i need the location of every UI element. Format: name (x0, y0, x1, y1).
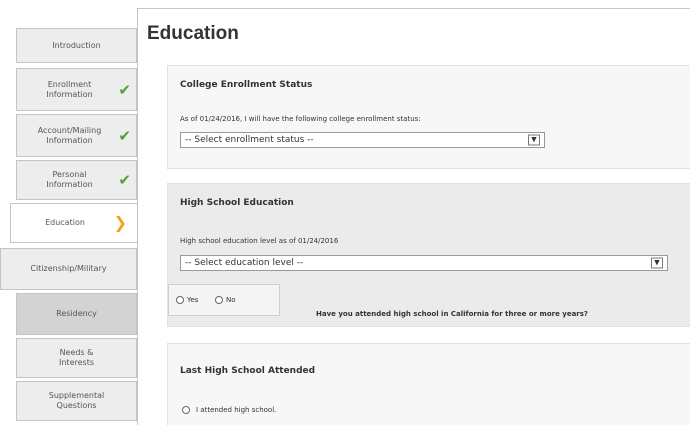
page-title: Education (147, 23, 239, 44)
radio-circle-icon (182, 406, 190, 414)
sidebar-item-label: Account/Mailing Information (37, 125, 102, 145)
select-value: -- Select education level -- (185, 258, 304, 268)
sidebar-item-label: Introduction (52, 40, 101, 50)
radio-circle-icon (176, 296, 184, 304)
attended-high-school-radio[interactable]: I attended high school. (182, 406, 276, 414)
college-enrollment-section: College Enrollment Status As of 01/24/20… (167, 65, 690, 169)
sidebar-item-account-mailing-information[interactable]: Account/Mailing Information ✔ (16, 114, 137, 157)
sidebar-item-label: Residency (56, 309, 97, 318)
california-question: Have you attended high school in Califor… (316, 310, 588, 318)
sidebar-item-label: Education (45, 218, 85, 227)
chevron-down-icon: ▼ (528, 134, 540, 146)
no-radio[interactable]: No (215, 296, 236, 304)
sidebar-item-label: Supplemental Questions (48, 391, 105, 410)
sidebar-item-residency[interactable]: Residency (16, 293, 137, 335)
sidebar-item-label: Enrollment Information (46, 79, 93, 99)
checkmark-icon: ✔ (118, 126, 131, 145)
sidebar-item-label: Citizenship/Military (30, 264, 107, 273)
chevron-right-icon: ❯ (113, 213, 127, 232)
radio-group: Yes No (168, 284, 280, 316)
section-title: College Enrollment Status (180, 80, 313, 90)
sidebar-item-label: Personal Information (46, 170, 93, 189)
section-title: Last High School Attended (180, 366, 316, 376)
radio-label: No (226, 296, 236, 304)
sidebar-item-label: Needs & Interests (59, 348, 94, 367)
sidebar-item-personal-information[interactable]: Personal Information ✔ (16, 160, 137, 200)
education-level-select[interactable]: -- Select education level -- ▼ (180, 255, 668, 271)
sidebar-item-education[interactable]: Education ❯ (10, 203, 137, 243)
enrollment-status-select[interactable]: -- Select enrollment status -- ▼ (180, 132, 545, 148)
checkmark-icon: ✔ (118, 171, 131, 189)
main-content: Education College Enrollment Status As o… (137, 8, 690, 425)
field-label: High school education level as of 01/24/… (180, 237, 339, 245)
sidebar-item-citizenship-military[interactable]: Citizenship/Military (0, 248, 137, 290)
sidebar-item-enrollment-information[interactable]: Enrollment Information ✔ (16, 68, 137, 111)
section-title: High School Education (180, 198, 294, 208)
checkmark-icon: ✔ (118, 80, 131, 99)
sidebar-nav: Introduction Enrollment Information ✔ Ac… (0, 0, 137, 425)
chevron-down-icon: ▼ (651, 257, 663, 269)
radio-label: Yes (187, 296, 199, 304)
yes-radio[interactable]: Yes (176, 296, 198, 304)
sidebar-item-needs-interests[interactable]: Needs & Interests (16, 338, 137, 378)
sidebar-item-introduction[interactable]: Introduction (16, 28, 137, 63)
radio-circle-icon (215, 296, 223, 304)
field-label: As of 01/24/2016, I will have the follow… (180, 115, 421, 123)
radio-label: I attended high school. (196, 406, 277, 414)
select-value: -- Select enrollment status -- (185, 135, 314, 145)
sidebar-item-supplemental-questions[interactable]: Supplemental Questions (16, 381, 137, 421)
high-school-section: High School Education High school educat… (167, 183, 690, 327)
last-high-school-section: Last High School Attended I attended hig… (167, 343, 690, 425)
